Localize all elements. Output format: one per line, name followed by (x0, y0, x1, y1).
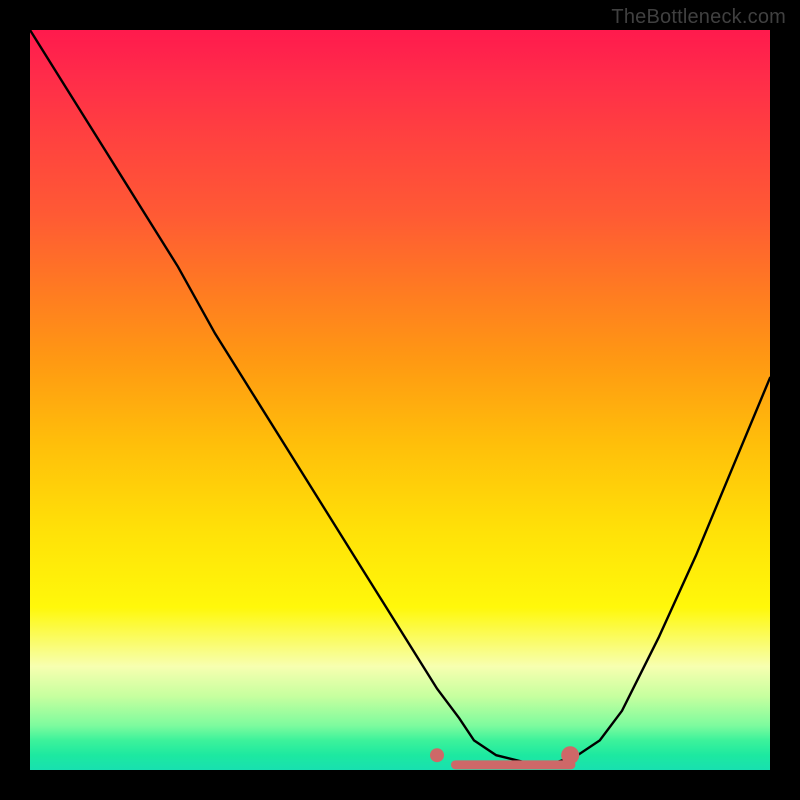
bottleneck-marker-left (430, 748, 444, 762)
bottleneck-curve-svg (30, 30, 770, 770)
bottleneck-curve-path (30, 30, 770, 763)
watermark-text: TheBottleneck.com (611, 6, 786, 29)
plot-area (30, 30, 770, 770)
bottleneck-marker-right (561, 746, 579, 764)
chart-frame: TheBottleneck.com (0, 0, 800, 800)
